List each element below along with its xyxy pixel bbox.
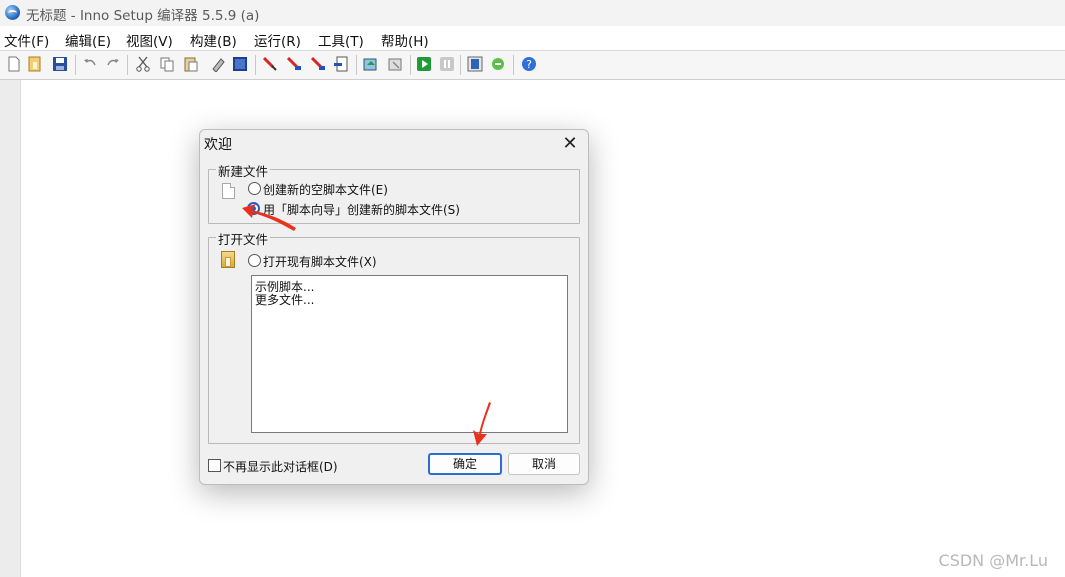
menu-edit[interactable]: 编辑(E) (65, 30, 111, 50)
save-icon[interactable] (52, 56, 68, 72)
breakpoint-icon[interactable] (262, 56, 278, 72)
menu-build[interactable]: 构建(B) (190, 30, 237, 50)
breakpoint-clear-icon[interactable] (310, 56, 326, 72)
dialog-title: 欢迎 (204, 137, 232, 153)
toolbar-separator (460, 55, 461, 75)
toolbar-separator (513, 55, 514, 75)
list-item-more-files[interactable]: 更多文件... (255, 291, 314, 308)
debug-icon[interactable] (490, 56, 506, 72)
welcome-dialog: 欢迎 ✕ 新建文件 创建新的空脚本文件(E) 用「脚本向导」创建新的脚本文件(S… (199, 129, 589, 485)
csdn-watermark: CSDN @Mr.Lu (938, 551, 1048, 570)
radio-script-wizard-label[interactable]: 用「脚本向导」创建新的脚本文件(S) (263, 201, 460, 218)
cut-icon[interactable] (135, 56, 151, 72)
recent-files-list[interactable]: 示例脚本... 更多文件... (251, 275, 568, 433)
radio-open-existing-script-label[interactable]: 打开现有脚本文件(X) (263, 253, 377, 270)
menu-view[interactable]: 视图(V) (126, 30, 173, 50)
pause-icon[interactable] (439, 56, 455, 72)
target-icon[interactable] (467, 56, 483, 72)
radio-open-existing-script[interactable] (248, 254, 261, 267)
compile-icon[interactable] (363, 56, 379, 72)
toolbar-separator (75, 55, 76, 75)
menu-help[interactable]: 帮助(H) (381, 30, 429, 50)
inno-setup-app-icon (5, 5, 20, 20)
menu-bar: 文件(F) 编辑(E) 视图(V) 构建(B) 运行(R) 工具(T) 帮助(H… (0, 27, 1065, 50)
open-file-group-label: 打开文件 (216, 229, 271, 248)
clear-icon[interactable] (210, 56, 226, 72)
output-icon[interactable] (333, 56, 349, 72)
window-title: 无标题 - Inno Setup 编译器 5.5.9 (a) (26, 8, 260, 24)
radio-new-empty-script[interactable] (248, 182, 261, 195)
redo-icon[interactable] (105, 56, 121, 72)
copy-icon[interactable] (159, 56, 175, 72)
toolbar-separator (410, 55, 411, 75)
help-icon[interactable]: ? (521, 56, 537, 72)
svg-text:?: ? (526, 58, 532, 71)
toolbar-separator (356, 55, 357, 75)
new-file-group-label: 新建文件 (216, 161, 271, 180)
new-file-icon[interactable] (6, 56, 22, 72)
title-bar: 无标题 - Inno Setup 编译器 5.5.9 (a) (0, 0, 1065, 26)
menu-run[interactable]: 运行(R) (254, 30, 301, 50)
editor-gutter (0, 80, 21, 577)
dont-show-checkbox-label[interactable]: 不再显示此对话框(D) (223, 458, 338, 475)
cancel-button[interactable]: 取消 (508, 453, 580, 475)
menu-file[interactable]: 文件(F) (4, 30, 49, 50)
radio-new-empty-script-label[interactable]: 创建新的空脚本文件(E) (263, 181, 388, 198)
blank-document-icon (222, 183, 235, 199)
dont-show-checkbox[interactable] (208, 459, 221, 472)
run-icon[interactable] (416, 56, 432, 72)
select-all-icon[interactable] (232, 56, 248, 72)
toolbar-separator (127, 55, 128, 75)
open-folder-icon (221, 251, 235, 268)
dialog-close-button[interactable]: ✕ (558, 132, 582, 156)
radio-script-wizard[interactable] (247, 202, 260, 215)
ok-button[interactable]: 确定 (428, 453, 502, 475)
menu-tools[interactable]: 工具(T) (318, 30, 364, 50)
toolbar-separator (255, 55, 256, 75)
undo-icon[interactable] (82, 56, 98, 72)
paste-icon[interactable] (183, 56, 199, 72)
open-file-icon[interactable] (27, 56, 43, 72)
dialog-title-bar: 欢迎 ✕ (200, 130, 588, 158)
new-file-group: 新建文件 创建新的空脚本文件(E) 用「脚本向导」创建新的脚本文件(S) (208, 161, 580, 224)
breakpoint-toggle-icon[interactable] (286, 56, 302, 72)
toolbar: ? (0, 51, 1065, 80)
compile-stop-icon[interactable] (388, 56, 404, 72)
